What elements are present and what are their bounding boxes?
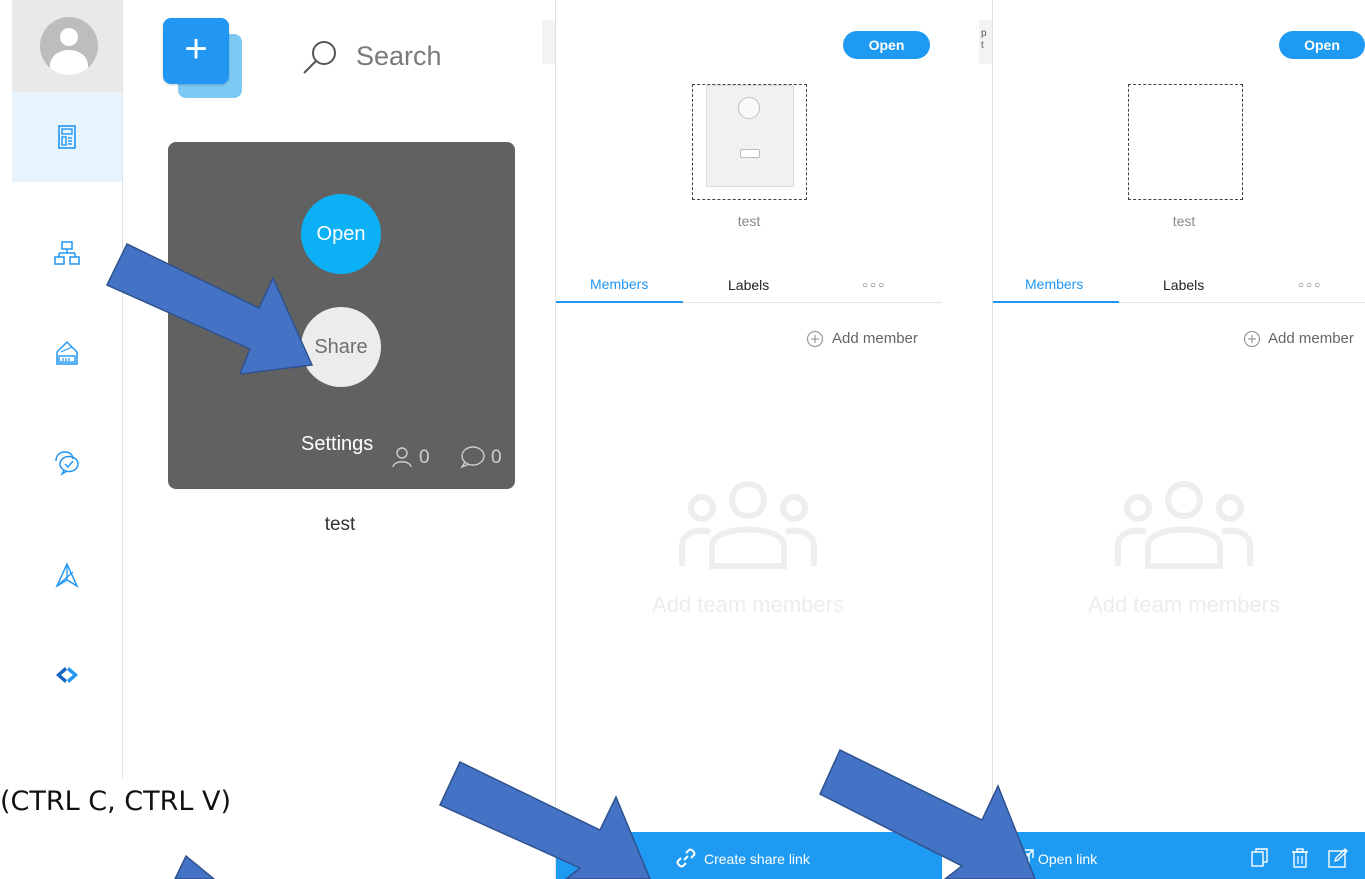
sidebar-item-projects[interactable] xyxy=(12,92,122,182)
blueprint-icon xyxy=(56,340,78,365)
trash-icon[interactable] xyxy=(1290,848,1310,868)
active-tab-indicator xyxy=(556,301,683,303)
edit-icon[interactable] xyxy=(1328,848,1348,868)
code-brackets-icon xyxy=(56,667,78,683)
sidebar-item-code[interactable] xyxy=(12,630,122,720)
card-settings-button[interactable]: Settings xyxy=(301,433,373,456)
search-icon[interactable] xyxy=(300,38,340,76)
clipped-text: p xyxy=(981,28,987,39)
add-circle-icon[interactable] xyxy=(1243,330,1261,348)
sidebar-divider xyxy=(122,0,123,778)
add-member-button[interactable]: Add member xyxy=(832,330,918,347)
panel-project-name: test xyxy=(1172,213,1196,229)
panel-open-button[interactable]: Open xyxy=(1279,31,1365,59)
sidebar-item-review[interactable] xyxy=(12,418,122,508)
card-open-button[interactable]: Open xyxy=(301,194,381,274)
duplicate-icon[interactable] xyxy=(1250,848,1270,868)
sidebar-item-flow[interactable] xyxy=(12,208,122,298)
user-icon xyxy=(392,447,412,468)
team-icon xyxy=(1115,481,1253,569)
empty-state-text: Add team members xyxy=(652,592,844,617)
tab-labels[interactable]: Labels xyxy=(1163,277,1204,293)
link-icon xyxy=(676,848,696,868)
add-member-button[interactable]: Add member xyxy=(1268,330,1354,347)
comment-icon xyxy=(460,446,485,469)
clipped-strip xyxy=(542,20,555,64)
tab-members[interactable]: Members xyxy=(1025,276,1083,292)
chat-check-icon xyxy=(55,451,79,476)
team-icon xyxy=(679,481,817,569)
thumbnail-button xyxy=(740,149,760,158)
panel-project-name: test xyxy=(737,213,761,229)
annotation-arrow xyxy=(174,854,216,879)
pen-nib-icon xyxy=(55,562,79,588)
open-link-button[interactable]: Open link xyxy=(1038,851,1097,867)
create-share-link-button[interactable]: Create share link xyxy=(704,851,810,867)
empty-state-text: Add team members xyxy=(1088,592,1280,617)
panel-open-button[interactable]: Open xyxy=(843,31,930,59)
tab-labels[interactable]: Labels xyxy=(728,277,769,293)
sidebar-item-prototype[interactable] xyxy=(12,530,122,620)
project-thumbnail xyxy=(1128,84,1243,200)
active-tab-indicator xyxy=(993,301,1119,303)
sidebar-item-design[interactable] xyxy=(12,308,122,398)
document-layout-icon xyxy=(58,125,76,149)
project-title: test xyxy=(324,514,356,535)
more-tab-icon[interactable]: ○○○ xyxy=(1298,280,1322,291)
clipped-text: t xyxy=(981,40,984,51)
add-circle-icon[interactable] xyxy=(806,330,824,348)
sitemap-icon xyxy=(54,241,80,265)
tab-members[interactable]: Members xyxy=(590,276,648,292)
avatar[interactable] xyxy=(40,17,98,75)
search-input[interactable]: Search xyxy=(356,41,442,72)
add-project-button[interactable]: + xyxy=(163,18,229,84)
members-count: 0 xyxy=(419,447,430,468)
shortcut-annotation: (CTRL C, CTRL V) xyxy=(0,786,232,817)
comments-count: 0 xyxy=(491,447,502,468)
thumbnail-circle xyxy=(738,97,760,119)
external-link-icon xyxy=(1016,849,1034,867)
card-share-button[interactable]: Share xyxy=(301,307,381,387)
more-tab-icon[interactable]: ○○○ xyxy=(862,280,886,291)
